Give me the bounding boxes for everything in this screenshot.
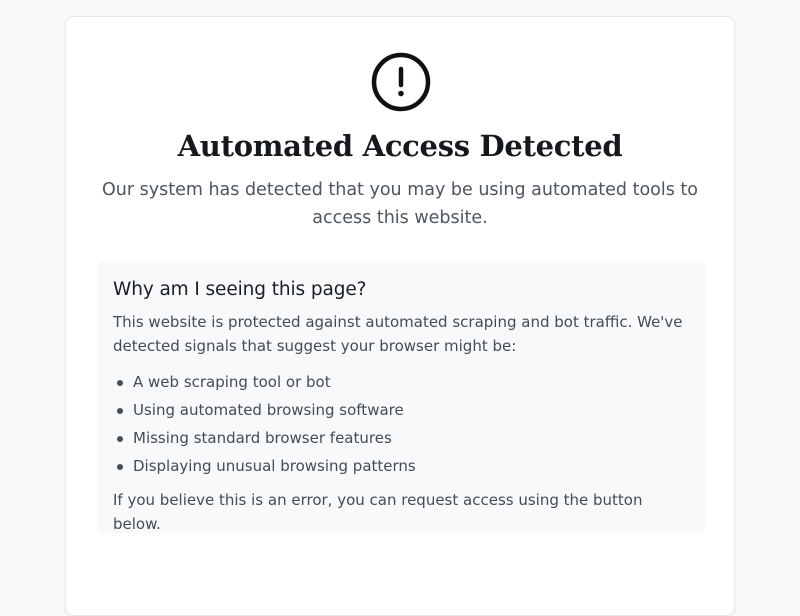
list-item: A web scraping tool or bot [113,368,689,396]
page-subtitle: Our system has detected that you may be … [102,180,698,228]
page-title: Automated Access Detected [177,129,623,163]
reasons-list: A web scraping tool or bot Using automat… [113,368,689,480]
info-heading: Why am I seeing this page? [113,279,367,300]
list-item: Missing standard browser features [113,424,689,452]
list-item: Displaying unusual browsing patterns [113,452,689,480]
info-intro: This website is protected against automa… [113,313,683,355]
exclamation-circle-icon [371,52,431,112]
info-box: Why am I seeing this page? This website … [97,261,705,533]
error-note: If you believe this is an error, you can… [113,491,643,533]
access-denied-card: Automated Access Detected Our system has… [65,16,735,616]
list-item: Using automated browsing software [113,396,689,424]
